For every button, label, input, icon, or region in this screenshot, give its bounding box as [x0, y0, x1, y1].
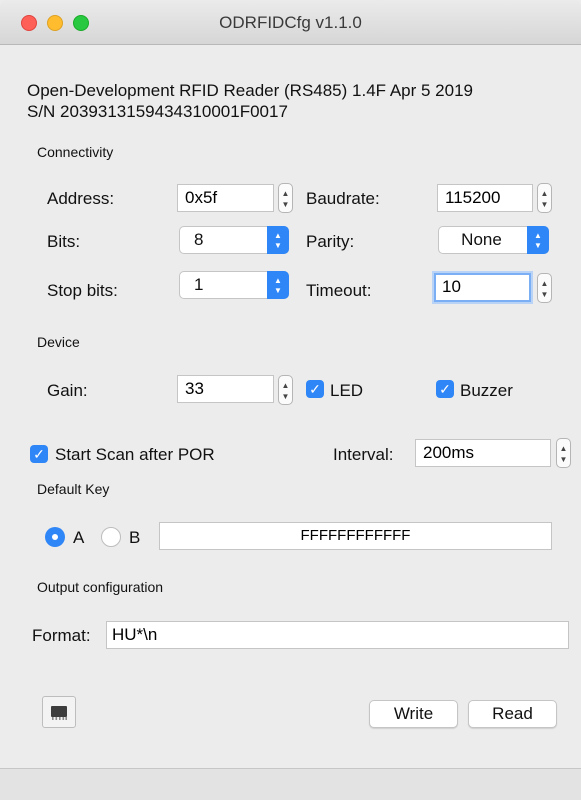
start-scan-label[interactable]: Start Scan after POR	[55, 445, 215, 465]
parity-select-value: None	[461, 230, 502, 249]
default-key-section-label: Default Key	[37, 481, 110, 497]
key-b-radio[interactable]	[101, 527, 121, 547]
timeout-label: Timeout:	[306, 281, 372, 300]
gain-stepper[interactable]: ▲ ▼	[278, 375, 293, 405]
interval-input[interactable]: 200ms	[415, 439, 551, 467]
connectivity-section-label: Connectivity	[37, 144, 114, 160]
stepper-up-icon: ▲	[559, 444, 568, 453]
stepper-down-icon: ▼	[281, 392, 290, 401]
stepper-down-icon: ▼	[559, 455, 568, 464]
buzzer-label[interactable]: Buzzer	[460, 381, 513, 401]
baudrate-input[interactable]: 115200	[437, 184, 533, 212]
key-b-label[interactable]: B	[129, 528, 140, 548]
bits-select[interactable]: 8 ▲ ▼	[179, 226, 289, 254]
reader-firmware-text: Open-Development RFID Reader (RS485) 1.4…	[27, 81, 474, 100]
device-section-label: Device	[37, 334, 80, 350]
stepper-up-icon: ▲	[540, 189, 549, 198]
checkmark-icon: ✓	[33, 446, 45, 462]
bits-select-value: 8	[194, 230, 204, 249]
radio-dot-icon	[52, 534, 58, 540]
checkmark-icon: ✓	[309, 381, 321, 397]
buzzer-checkbox[interactable]: ✓	[436, 380, 454, 398]
led-label[interactable]: LED	[330, 381, 363, 401]
status-bar	[0, 768, 581, 800]
stepper-down-icon: ▼	[281, 200, 290, 209]
bits-label: Bits:	[47, 232, 81, 251]
key-a-label[interactable]: A	[73, 528, 84, 548]
stopbits-select[interactable]: 1 ▲ ▼	[179, 271, 289, 299]
chip-icon	[51, 706, 67, 720]
parity-select[interactable]: None ▲ ▼	[438, 226, 549, 254]
title-bar[interactable]: ODRFIDCfg v1.1.0	[0, 0, 581, 45]
stepper-down-icon: ▼	[540, 290, 549, 299]
address-label: Address:	[47, 189, 115, 208]
gain-label: Gain:	[47, 381, 88, 400]
format-label: Format:	[32, 626, 91, 645]
address-stepper[interactable]: ▲ ▼	[278, 183, 293, 213]
baudrate-stepper[interactable]: ▲ ▼	[537, 183, 552, 213]
timeout-stepper[interactable]: ▲ ▼	[537, 273, 552, 303]
interval-stepper[interactable]: ▲ ▼	[556, 438, 571, 468]
select-arrows-icon: ▲ ▼	[267, 271, 289, 299]
select-arrows-icon: ▲ ▼	[267, 226, 289, 254]
read-button[interactable]: Read	[468, 700, 557, 728]
reader-info: Open-Development RFID Reader (RS485) 1.4…	[27, 80, 473, 122]
reader-serial-text: S/N 2039313159434310001F0017	[27, 102, 288, 121]
stepper-up-icon: ▲	[540, 279, 549, 288]
output-section-label: Output configuration	[37, 579, 164, 595]
address-input[interactable]: 0x5f	[177, 184, 274, 212]
led-checkbox[interactable]: ✓	[306, 380, 324, 398]
gain-input[interactable]: 33	[177, 375, 274, 403]
device-chip-button[interactable]	[42, 696, 76, 728]
timeout-input[interactable]: 10	[434, 273, 531, 302]
stepper-up-icon: ▲	[281, 381, 290, 390]
start-scan-checkbox[interactable]: ✓	[30, 445, 48, 463]
default-key-input[interactable]: FFFFFFFFFFFF	[159, 522, 552, 550]
format-input[interactable]: HU*\n	[106, 621, 569, 649]
write-button[interactable]: Write	[369, 700, 458, 728]
checkmark-icon: ✓	[439, 381, 451, 397]
stepper-down-icon: ▼	[540, 200, 549, 209]
interval-label: Interval:	[333, 445, 394, 464]
window-title: ODRFIDCfg v1.1.0	[219, 13, 362, 32]
stopbits-select-value: 1	[194, 275, 204, 294]
stopbits-label: Stop bits:	[47, 281, 118, 300]
key-a-radio[interactable]	[45, 527, 65, 547]
stepper-up-icon: ▲	[281, 189, 290, 198]
select-arrows-icon: ▲ ▼	[527, 226, 549, 254]
baudrate-label: Baudrate:	[306, 189, 380, 208]
parity-label: Parity:	[306, 232, 355, 251]
